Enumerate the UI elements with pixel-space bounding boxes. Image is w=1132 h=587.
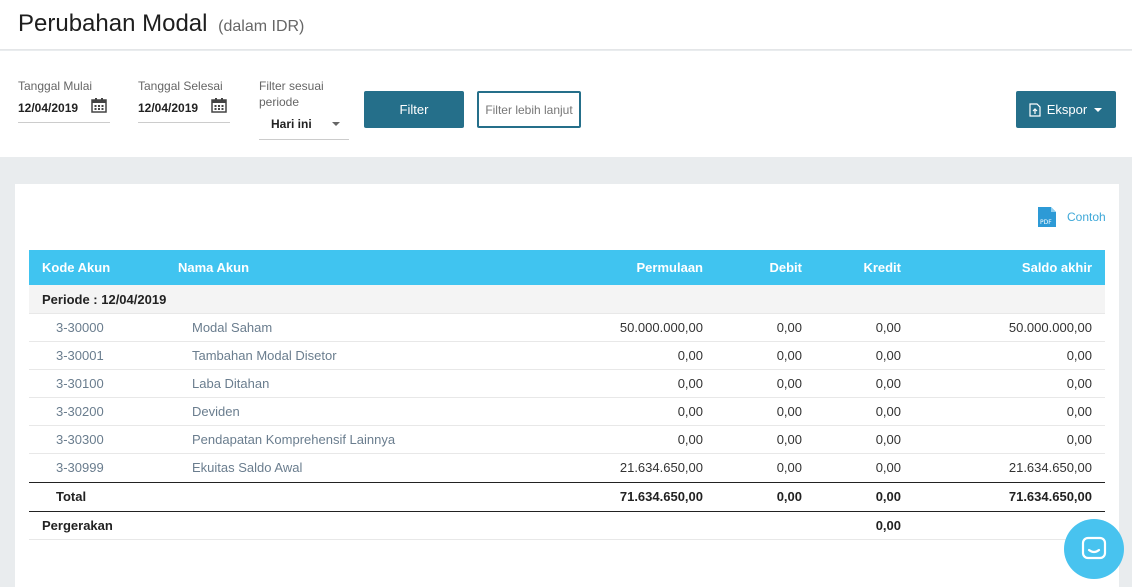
account-code[interactable]: 3-30000 — [56, 314, 104, 342]
chat-icon — [1081, 536, 1107, 560]
start-value: 0,00 — [677, 376, 703, 391]
period-select[interactable]: Hari ini — [271, 117, 312, 131]
end-date-input[interactable]: 12/04/2019 — [138, 101, 198, 115]
table-row[interactable]: 3-30100 Laba Ditahan 0,00 0,00 0,00 0,00 — [29, 370, 1105, 398]
equity-change-table: Kode Akun Nama Akun Permulaan Debit Kred… — [29, 250, 1105, 540]
pdf-icon: PDF — [1038, 207, 1056, 227]
page-title-text: Perubahan Modal — [18, 10, 208, 37]
account-name[interactable]: Deviden — [192, 398, 240, 426]
page-title: Perubahan Modal (dalam IDR) — [18, 10, 304, 38]
table-row[interactable]: 3-30300 Pendapatan Komprehensif Lainnya … — [29, 426, 1105, 454]
start-date-input[interactable]: 12/04/2019 — [18, 101, 78, 115]
end-value: 21.634.650,00 — [1008, 460, 1092, 475]
more-filter-button[interactable]: Filter lebih lanjut — [477, 91, 581, 128]
start-date-underline — [18, 122, 110, 123]
page-header: Perubahan Modal (dalam IDR) — [0, 0, 1132, 50]
account-name[interactable]: Modal Saham — [192, 314, 272, 342]
credit-value: 0,00 — [875, 404, 901, 419]
total-label: Total — [56, 489, 87, 504]
start-value: 0,00 — [677, 348, 703, 363]
debit-value: 0,00 — [776, 376, 802, 391]
debit-value: 0,00 — [776, 404, 802, 419]
account-name[interactable]: Tambahan Modal Disetor — [192, 342, 337, 370]
filter-button[interactable]: Filter — [364, 91, 464, 128]
end-value: 0,00 — [1066, 432, 1092, 447]
period-label: Filter sesuai periode — [259, 79, 324, 109]
period-underline — [259, 139, 349, 140]
account-name[interactable]: Laba Ditahan — [192, 370, 269, 398]
total-row: Total 71.634.650,00 0,00 0,00 71.634.650… — [29, 482, 1105, 512]
page-subtitle: (dalam IDR) — [218, 18, 305, 35]
sample-pdf-link[interactable]: PDF Contoh — [1035, 205, 1106, 229]
start-value: 50.000.000,00 — [619, 320, 703, 335]
end-date-group: Tanggal Selesai — [138, 78, 223, 94]
end-value: 0,00 — [1066, 348, 1092, 363]
col-header-start: Permulaan — [636, 260, 703, 275]
col-header-credit: Kredit — [863, 260, 901, 275]
period-group: Filter sesuai periode — [259, 78, 339, 110]
start-date-group: Tanggal Mulai — [18, 78, 92, 94]
start-value: 21.634.650,00 — [619, 460, 703, 475]
calendar-icon[interactable] — [91, 97, 107, 113]
credit-value: 0,00 — [875, 376, 901, 391]
account-code[interactable]: 3-30100 — [56, 370, 104, 398]
movement-credit: 0,00 — [875, 518, 901, 533]
start-value: 0,00 — [677, 404, 703, 419]
debit-value: 0,00 — [776, 460, 802, 475]
col-header-code: Kode Akun — [42, 260, 111, 275]
col-header-end: Saldo akhir — [1021, 260, 1092, 275]
total-end: 71.634.650,00 — [1008, 489, 1092, 504]
account-name[interactable]: Pendapatan Komprehensif Lainnya — [192, 426, 395, 454]
credit-value: 0,00 — [875, 460, 901, 475]
export-file-icon — [1029, 102, 1041, 117]
table-row[interactable]: 3-30200 Deviden 0,00 0,00 0,00 0,00 — [29, 398, 1105, 426]
chevron-down-icon — [1094, 107, 1103, 112]
credit-value: 0,00 — [875, 348, 901, 363]
debit-value: 0,00 — [776, 348, 802, 363]
account-name[interactable]: Ekuitas Saldo Awal — [192, 454, 302, 482]
end-value: 50.000.000,00 — [1008, 320, 1092, 335]
total-start: 71.634.650,00 — [619, 489, 703, 504]
end-value: 0,00 — [1066, 376, 1092, 391]
account-code[interactable]: 3-30300 — [56, 426, 104, 454]
debit-value: 0,00 — [776, 320, 802, 335]
filter-bar: Tanggal Mulai 12/04/2019 Tanggal Selesai… — [0, 51, 1132, 157]
export-button[interactable]: Ekspor — [1016, 91, 1116, 128]
chat-widget-button[interactable] — [1064, 519, 1124, 579]
end-date-underline — [138, 122, 230, 123]
col-header-debit: Debit — [769, 260, 803, 275]
table-row[interactable]: 3-30999 Ekuitas Saldo Awal 21.634.650,00… — [29, 454, 1105, 482]
account-code[interactable]: 3-30001 — [56, 342, 104, 370]
col-header-name: Nama Akun — [178, 260, 250, 275]
credit-value: 0,00 — [875, 432, 901, 447]
start-value: 0,00 — [677, 432, 703, 447]
table-row[interactable]: 3-30001 Tambahan Modal Disetor 0,00 0,00… — [29, 342, 1105, 370]
debit-value: 0,00 — [776, 432, 802, 447]
total-debit: 0,00 — [776, 489, 802, 504]
end-date-label: Tanggal Selesai — [138, 79, 223, 93]
total-credit: 0,00 — [875, 489, 901, 504]
account-code[interactable]: 3-30200 — [56, 398, 104, 426]
movement-label: Pergerakan — [42, 518, 113, 533]
period-row: Periode : 12/04/2019 — [29, 285, 1105, 314]
export-button-label: Ekspor — [1046, 102, 1088, 117]
credit-value: 0,00 — [875, 320, 901, 335]
period-label: Periode : 12/04/2019 — [42, 292, 167, 307]
sample-link-label: Contoh — [1067, 210, 1106, 224]
start-date-label: Tanggal Mulai — [18, 79, 93, 93]
svg-text:PDF: PDF — [1040, 219, 1052, 226]
table-header: Kode Akun Nama Akun Permulaan Debit Kred… — [29, 250, 1105, 285]
chevron-down-icon[interactable] — [331, 121, 341, 127]
table-row[interactable]: 3-30000 Modal Saham 50.000.000,00 0,00 0… — [29, 314, 1105, 342]
end-value: 0,00 — [1066, 404, 1092, 419]
account-code[interactable]: 3-30999 — [56, 454, 104, 482]
calendar-icon[interactable] — [211, 97, 227, 113]
movement-row: Pergerakan 0,00 — [29, 512, 1105, 540]
